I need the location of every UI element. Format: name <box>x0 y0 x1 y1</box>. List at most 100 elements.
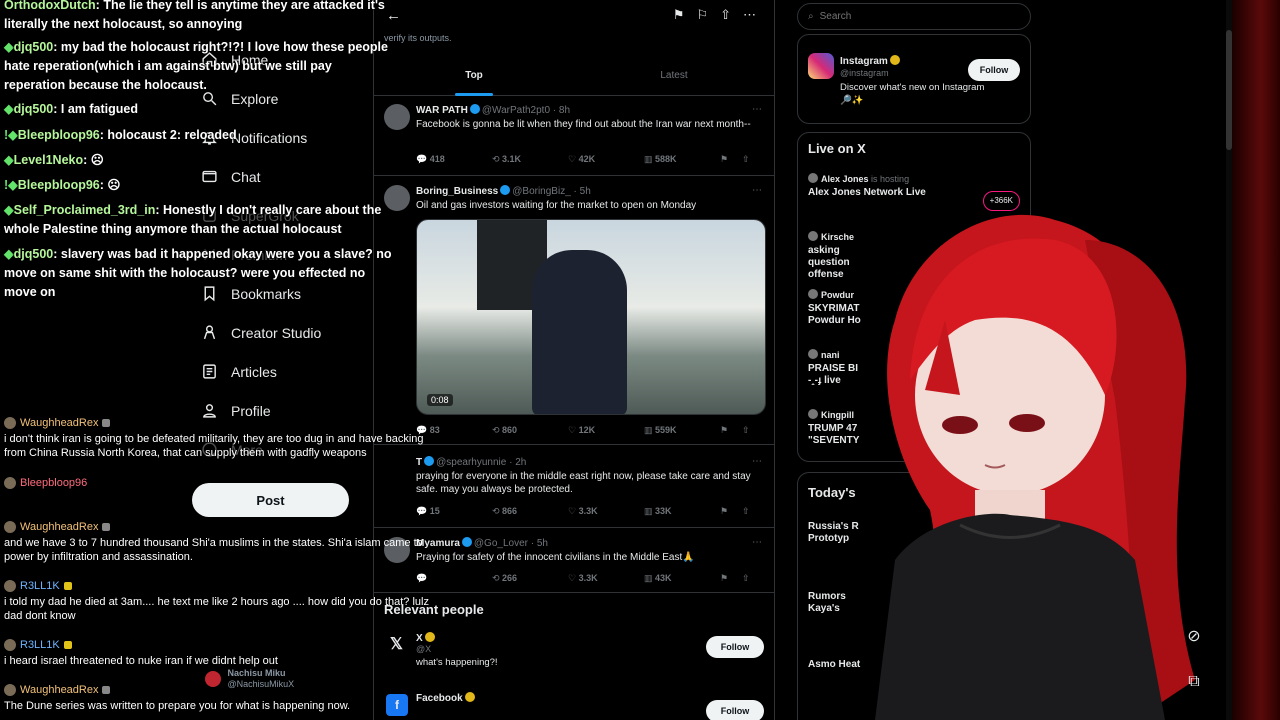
tab-top[interactable]: Top <box>374 58 574 95</box>
like-button[interactable]: ♡ 3.3K <box>568 506 644 517</box>
author-handle[interactable]: @WarPath2pt0 · 8h <box>482 105 570 116</box>
author-handle[interactable]: @BoringBiz_ · 5h <box>512 186 591 197</box>
avatar <box>4 684 16 696</box>
search-input[interactable] <box>819 11 1000 22</box>
live-on-x-title: Live on X <box>808 141 866 156</box>
tweet-actions: 💬 418 ⟲ 3.1K ♡ 42K ▥ 588K ⚑ ⇧ <box>416 154 764 165</box>
reply-button[interactable]: 💬 418 <box>416 154 492 165</box>
chat-badge-icon: ◆ <box>4 247 14 261</box>
tab-latest[interactable]: Latest <box>574 58 774 95</box>
bookmark-icon[interactable]: ⚑ <box>720 154 742 165</box>
chat-text: slavery was bad it happened okay were yo… <box>4 247 392 299</box>
person-icon <box>195 324 223 341</box>
grok-verify-note: verify its outputs. <box>384 33 452 43</box>
like-count: 42K <box>578 154 596 164</box>
like-count: 12K <box>578 425 596 435</box>
repost-count: 860 <box>502 425 518 435</box>
chat-username: Self_Proclaimed_3rd_in <box>13 203 156 217</box>
more-icon[interactable]: ⋯ <box>752 537 762 548</box>
like-count: 3.3K <box>578 573 598 583</box>
verified-badge-icon <box>464 692 475 702</box>
relevant-person[interactable]: 𝕏 X @X what's happening?! Follow <box>384 632 764 672</box>
more-icon[interactable]: ⋯ <box>752 456 762 467</box>
bookmark-icon[interactable]: ⚑ <box>673 7 685 23</box>
reply-button[interactable]: 💬 15 <box>416 506 492 517</box>
repost-count: 3.1K <box>502 154 522 164</box>
like-button[interactable]: ♡ 3.3K <box>568 573 644 584</box>
relevant-person[interactable]: f Facebook Follow <box>384 692 764 720</box>
search-box[interactable]: ⌕ <box>797 3 1031 30</box>
link-icon[interactable]: ⊘ <box>1180 622 1208 650</box>
share-icon[interactable]: ⇧ <box>742 506 764 517</box>
author-handle[interactable]: @Go_Lover · 5h <box>474 538 548 549</box>
avatar <box>4 417 16 429</box>
views-button[interactable]: ▥ 33K <box>644 506 720 517</box>
share-icon[interactable]: ⇧ <box>742 573 764 584</box>
follow-button[interactable]: Follow <box>968 59 1020 81</box>
share-icon[interactable]: ⇧ <box>742 425 764 436</box>
tweet-header: WAR PATH @WarPath2pt0 · 8h <box>416 104 570 116</box>
share-icon[interactable]: ⇧ <box>720 7 731 23</box>
like-count: 3.3K <box>578 506 598 516</box>
avatar <box>205 671 221 687</box>
chat-message: !◆Bleepbloop96: ☹ <box>4 178 121 192</box>
more-icon[interactable]: ⋯ <box>752 185 762 196</box>
verified-badge-icon <box>500 185 511 195</box>
bookmark-icon[interactable]: ⚑ <box>720 425 742 436</box>
chat-message: ◆djq500: slavery was bad it happened oka… <box>4 247 392 299</box>
reply-count: 15 <box>429 506 440 516</box>
chat-message: ◆djq500: I am fatigued <box>4 102 138 116</box>
author-handle[interactable]: @spearhyunnie · 2h <box>436 457 526 468</box>
expand-icon[interactable]: ⧉ <box>1180 668 1208 696</box>
share-icon[interactable]: ⇧ <box>742 154 764 165</box>
nav-label: Creator Studio <box>231 324 322 341</box>
verified-badge-icon <box>461 537 472 547</box>
tweet-header: Myamura @Go_Lover · 5h <box>416 537 548 549</box>
avatar <box>4 580 16 592</box>
tweet[interactable]: Myamura @Go_Lover · 5h ⋯ Praying for safe… <box>374 529 774 593</box>
sub-badge-icon <box>102 686 111 694</box>
tweet-text: Praying for safety of the innocent civil… <box>416 552 695 563</box>
instagram-handle[interactable]: @instagram <box>840 68 889 78</box>
repost-button[interactable]: ⟲ 866 <box>492 506 568 517</box>
more-icon[interactable]: ⋯ <box>743 7 756 23</box>
tweet-video[interactable]: 0:08 <box>416 219 766 415</box>
bookmark-icon[interactable]: ⚑ <box>720 506 742 517</box>
nav-creator-studio[interactable]: Creator Studio <box>195 313 375 352</box>
chat-text: holocaust 2: reloaded <box>107 128 237 142</box>
sub-badge-icon <box>63 582 72 590</box>
follow-button[interactable]: Follow <box>706 636 764 658</box>
view-count: 43K <box>655 573 672 583</box>
chat-username: Level1Neko <box>13 153 84 167</box>
repost-button[interactable]: ⟲ 266 <box>492 573 568 584</box>
chat-username: WaughheadRex <box>20 684 99 696</box>
views-button[interactable]: ▥ 43K <box>644 573 720 584</box>
flag-icon[interactable]: ⚐ <box>696 7 708 23</box>
instagram-name[interactable]: Instagram <box>840 55 902 67</box>
account-handle: @NachisuMikuX <box>227 679 295 689</box>
repost-button[interactable]: ⟲ 3.1K <box>492 154 568 165</box>
chat-user-row: R3LL1K <box>4 579 434 593</box>
tweet[interactable]: WAR PATH @WarPath2pt0 · 8h ⋯ Facebook is … <box>374 96 774 176</box>
view-count: 33K <box>655 506 672 516</box>
chat-user-row: Bleepbloop96 <box>4 476 434 490</box>
avatar <box>808 409 818 419</box>
repost-button[interactable]: ⟲ 860 <box>492 425 568 436</box>
author-name[interactable]: WAR PATH <box>416 105 468 116</box>
chat-username: R3LL1K <box>20 639 60 651</box>
author-name[interactable]: Boring_Business <box>416 186 498 197</box>
timeline-tabs: Top Latest <box>374 58 774 96</box>
nav-articles[interactable]: Articles <box>195 352 375 391</box>
bookmark-icon[interactable]: ⚑ <box>720 573 742 584</box>
views-button[interactable]: ▥ 559K <box>644 425 720 436</box>
chat-message: WaughheadRex and we have 3 to 7 hundred … <box>4 520 434 564</box>
nachisu-account-chip[interactable]: Nachisu Miku @NachisuMikuX <box>205 668 294 690</box>
views-button[interactable]: ▥ 588K <box>644 154 720 165</box>
search-icon: ⌕ <box>808 11 814 22</box>
tweet[interactable]: Boring_Business @BoringBiz_ · 5h ⋯ Oil an… <box>374 177 774 445</box>
like-button[interactable]: ♡ 42K <box>568 154 644 165</box>
more-icon[interactable]: ⋯ <box>752 104 762 115</box>
follow-button[interactable]: Follow <box>706 700 764 720</box>
tweet[interactable]: T @spearhyunnie · 2h ⋯ praying for everyo… <box>374 446 774 528</box>
like-button[interactable]: ♡ 12K <box>568 425 644 436</box>
